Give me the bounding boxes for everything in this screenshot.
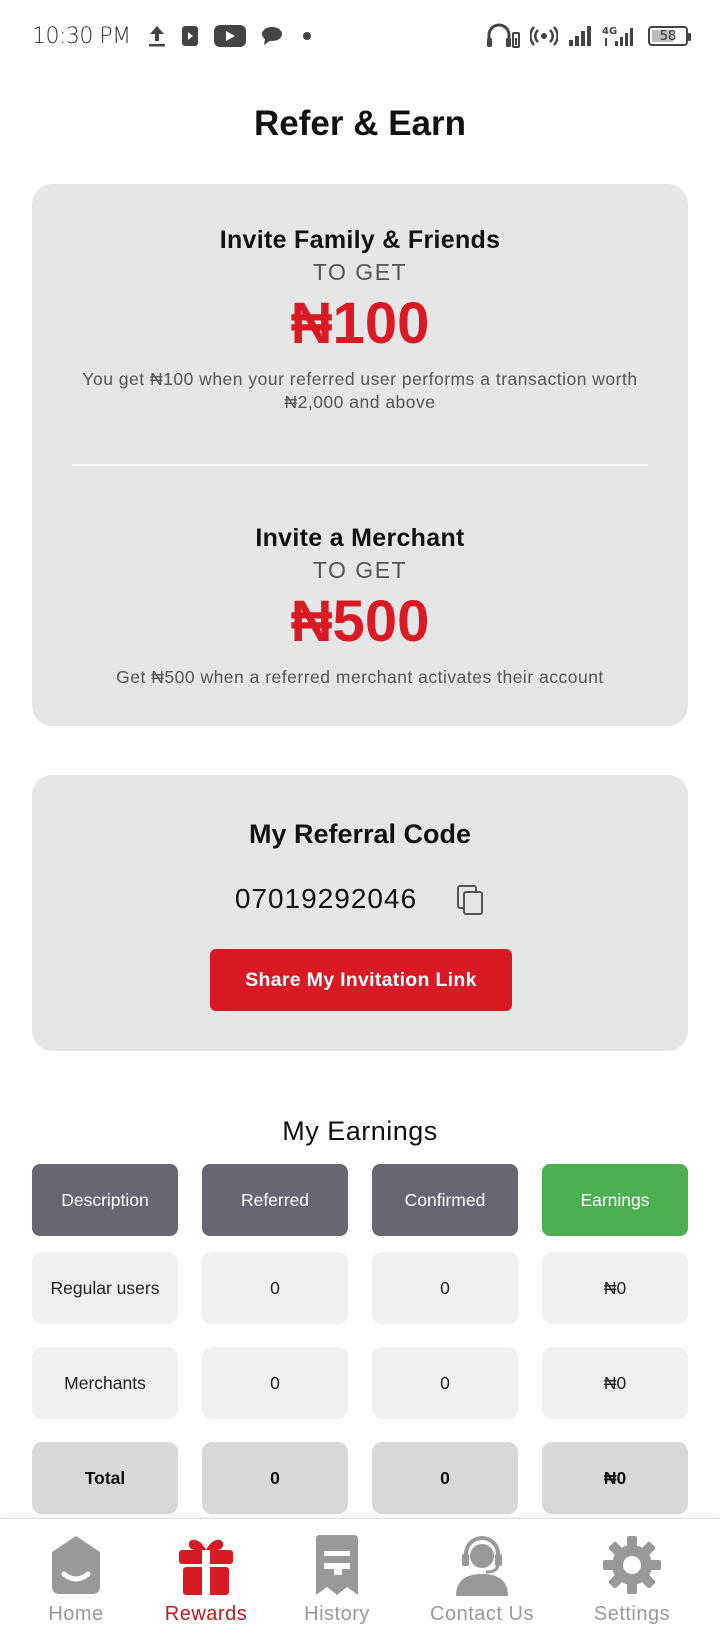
table-row: Regular users 0 0 ₦0 [32,1252,688,1324]
row-description: Regular users [32,1252,178,1324]
share-invitation-button[interactable]: Share My Invitation Link [210,949,512,1011]
nav-label-home: Home [48,1603,104,1625]
row-earnings: ₦0 [542,1252,688,1324]
total-label: Total [32,1442,178,1514]
status-time: 10:30 PM [32,23,131,49]
nav-item-contact-us[interactable]: Contact Us [410,1533,554,1640]
nav-item-history[interactable]: History [265,1533,409,1640]
nav-label-settings: Settings [593,1603,671,1625]
header-description: Description [32,1164,178,1236]
family-promo: Invite Family & Friends TO GET ₦100 You … [32,226,688,413]
header-earnings: Earnings [542,1164,688,1236]
header-referred: Referred [202,1164,348,1236]
media-icon [181,25,199,47]
row-referred: 0 [202,1347,348,1419]
merchant-promo: Invite a Merchant TO GET ₦500 Get ₦500 w… [32,524,688,689]
total-row: Total 0 0 ₦0 [32,1442,688,1514]
signal-4g-icon: 4G [602,24,638,48]
upload-icon [147,24,167,48]
promo-to-get: TO GET [312,259,408,285]
promo-amount: ₦100 [290,291,430,356]
earnings-header-row: Description Referred Confirmed Earnings [32,1164,688,1236]
support-agent-icon [450,1533,514,1597]
promo-to-get: TO GET [312,557,408,583]
gift-icon [174,1533,238,1597]
row-confirmed: 0 [372,1252,518,1324]
nav-item-home[interactable]: Home [4,1533,148,1640]
promo-description: Get ₦500 when a referred merchant activa… [116,666,604,687]
battery-icon: 58 [648,26,691,46]
nav-label-rewards: Rewards [164,1603,248,1625]
page-title: Refer & Earn [253,104,467,143]
row-confirmed: 0 [372,1347,518,1419]
signal-icon [568,25,592,47]
home-icon [44,1533,108,1597]
nav-item-rewards[interactable]: Rewards [134,1533,278,1640]
gear-icon [600,1533,664,1597]
network-type: 4G [602,26,617,37]
promo-description: You get ₦100 when your referred user per… [82,368,638,412]
total-referred: 0 [202,1442,348,1514]
promo-amount: ₦500 [290,589,430,654]
youtube-icon [213,24,247,48]
chat-icon [261,25,283,47]
nav-item-settings[interactable]: Settings [560,1533,704,1640]
copy-icon[interactable] [455,883,485,915]
nav-label-history: History [304,1603,370,1625]
promo-card: Invite Family & Friends TO GET ₦100 You … [32,184,688,726]
total-earnings: ₦0 [542,1442,688,1514]
receipt-icon [305,1533,369,1597]
bottom-nav: Home Rewards History Contact Us Settings [0,1518,720,1640]
dot-icon [297,31,317,41]
row-referred: 0 [202,1252,348,1324]
status-bar: 10:30 PM 4G 58 [0,0,720,72]
row-earnings: ₦0 [542,1347,688,1419]
referral-title: My Referral Code [248,819,472,849]
battery-percent: 58 [659,28,677,44]
hotspot-icon [530,25,558,47]
headset-battery-icon [486,23,520,49]
referral-card: My Referral Code 07019292046 Share My In… [32,775,688,1051]
promo-heading: Invite a Merchant [255,524,465,552]
earnings-title: My Earnings [282,1116,438,1146]
total-confirmed: 0 [372,1442,518,1514]
notification-icons [147,24,317,48]
table-row: Merchants 0 0 ₦0 [32,1347,688,1419]
referral-code-row: 07019292046 [32,883,688,915]
nav-label-contact-us: Contact Us [430,1603,534,1625]
promo-heading: Invite Family & Friends [219,226,501,254]
header-confirmed: Confirmed [372,1164,518,1236]
row-description: Merchants [32,1347,178,1419]
promo-divider [72,464,648,466]
system-icons: 4G 58 [486,23,691,49]
referral-code: 07019292046 [234,883,418,914]
